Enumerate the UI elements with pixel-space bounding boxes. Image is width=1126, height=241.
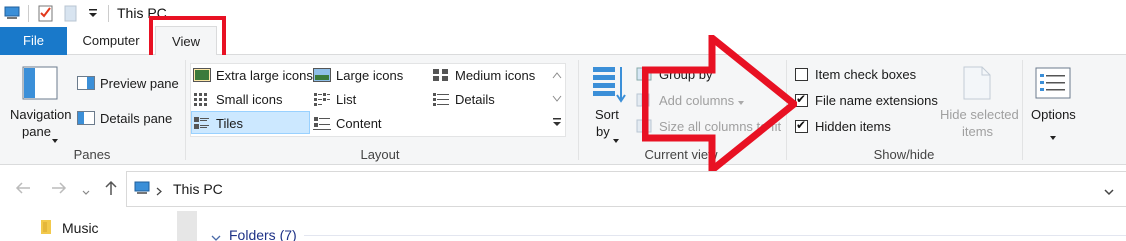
new-folder-icon[interactable] [64,5,78,25]
folders-section-header[interactable]: Folders (7) [229,227,297,241]
by-label: by [596,124,610,139]
show-hide-group-label: Show/hide [873,147,935,162]
gallery-scroll-up-button[interactable] [551,66,563,86]
large-icons-label: Large icons [336,67,404,83]
preview-pane-icon [77,76,95,90]
recent-locations-button[interactable] [82,184,90,199]
navigation-pane-button[interactable]: Navigation pane [8,62,72,143]
gallery-expand-button[interactable] [551,112,563,132]
details-label: Details [455,91,495,107]
preview-pane-label: Preview pane [100,75,179,91]
gallery-scroll-down-button[interactable] [551,88,563,108]
extra-large-icons-label: Extra large icons [216,67,313,83]
small-icons-label: Small icons [216,91,283,107]
customize-qat-icon[interactable] [88,7,98,22]
address-bar[interactable] [126,171,1126,207]
music-folder-icon [40,219,54,238]
layout-extra-large-icons[interactable]: Extra large icons [193,64,313,86]
layout-content[interactable]: Content [313,112,382,134]
medium-icons-icon [432,68,450,82]
item-check-boxes-label: Item check boxes [815,66,917,82]
layout-tiles[interactable]: Tiles [193,112,243,134]
chevron-down-icon [613,131,619,146]
ribbon-separator [1022,60,1023,160]
chevron-down-icon[interactable] [211,230,221,241]
hidden-items-label: Hidden items [815,118,891,134]
chevron-down-icon [1104,189,1114,196]
tab-file[interactable]: File [0,27,67,55]
qat-separator [28,5,29,22]
layout-details[interactable]: Details [432,88,495,110]
preview-pane-button[interactable]: Preview pane [77,72,179,94]
list-view-icon [313,92,331,106]
large-icons-icon [313,68,331,82]
explorer-app-icon [4,6,22,23]
hide-selected-icon [962,65,992,104]
panes-group-label: Panes [73,147,111,162]
up-arrow-icon [105,180,117,195]
navigation-pane-label-2: pane [22,124,51,139]
tab-computer[interactable]: Computer [75,27,147,55]
options-button[interactable]: Options [1026,62,1082,142]
extra-large-icons-icon [193,68,211,82]
options-label: Options [1031,107,1076,122]
file-name-extensions-toggle[interactable]: File name extensions [795,89,938,111]
nav-item-music[interactable]: Music [62,220,99,236]
red-arrow-annotation [642,35,797,173]
tiles-view-icon [193,116,211,130]
breadcrumb-this-pc[interactable]: This PC [173,181,223,197]
list-label: List [336,91,357,107]
sort-by-icon [591,65,627,106]
content-label: Content [336,115,382,131]
back-button[interactable] [14,181,32,198]
forward-arrow-icon [52,182,67,194]
address-history-button[interactable] [1104,184,1114,199]
sort-by-button[interactable]: Sort by [586,62,630,143]
qat-separator [108,5,109,22]
layout-list[interactable]: List [313,88,356,110]
hide-selected-items-button[interactable]: Hide selected items [935,62,1019,142]
layout-medium-icons[interactable]: Medium icons [432,64,535,86]
medium-icons-label: Medium icons [455,67,536,83]
expand-gallery-icon [553,118,561,126]
hide-selected-label-2: items [962,124,994,139]
hide-selected-label: Hide selected [940,107,1019,122]
breadcrumb-chevron-icon[interactable] [156,184,162,199]
ribbon-separator [185,60,186,160]
file-name-extensions-label: File name extensions [815,92,938,108]
nav-pane-scrollbar[interactable] [177,211,197,241]
tiles-label: Tiles [216,115,243,131]
options-icon [1035,67,1071,102]
sort-label: Sort [595,107,619,122]
layout-large-icons[interactable]: Large icons [313,64,403,86]
chevron-up-icon [552,72,562,79]
chevron-down-icon [82,190,90,195]
details-pane-label: Details pane [100,110,173,126]
details-pane-icon [77,111,95,125]
chevron-down-icon [552,95,562,102]
layout-small-icons[interactable]: Small icons [193,88,282,110]
small-icons-icon [193,92,211,106]
chevron-down-icon [52,131,58,146]
section-divider [304,235,1126,236]
item-check-boxes-toggle[interactable]: Item check boxes [795,63,916,85]
details-pane-button[interactable]: Details pane [77,107,172,129]
properties-check-icon[interactable] [38,4,54,25]
ribbon-separator [578,60,579,160]
layout-group-label: Layout [360,147,400,162]
back-arrow-icon [15,182,30,194]
this-pc-icon [133,181,151,198]
content-view-icon [313,116,331,130]
up-button[interactable] [104,180,118,199]
forward-button[interactable] [50,181,68,198]
hidden-items-toggle[interactable]: Hidden items [795,115,891,137]
navigation-pane-label: Navigation [10,107,72,122]
chevron-down-icon [1050,128,1056,143]
details-view-icon [432,92,450,106]
navigation-pane-icon [22,66,58,105]
